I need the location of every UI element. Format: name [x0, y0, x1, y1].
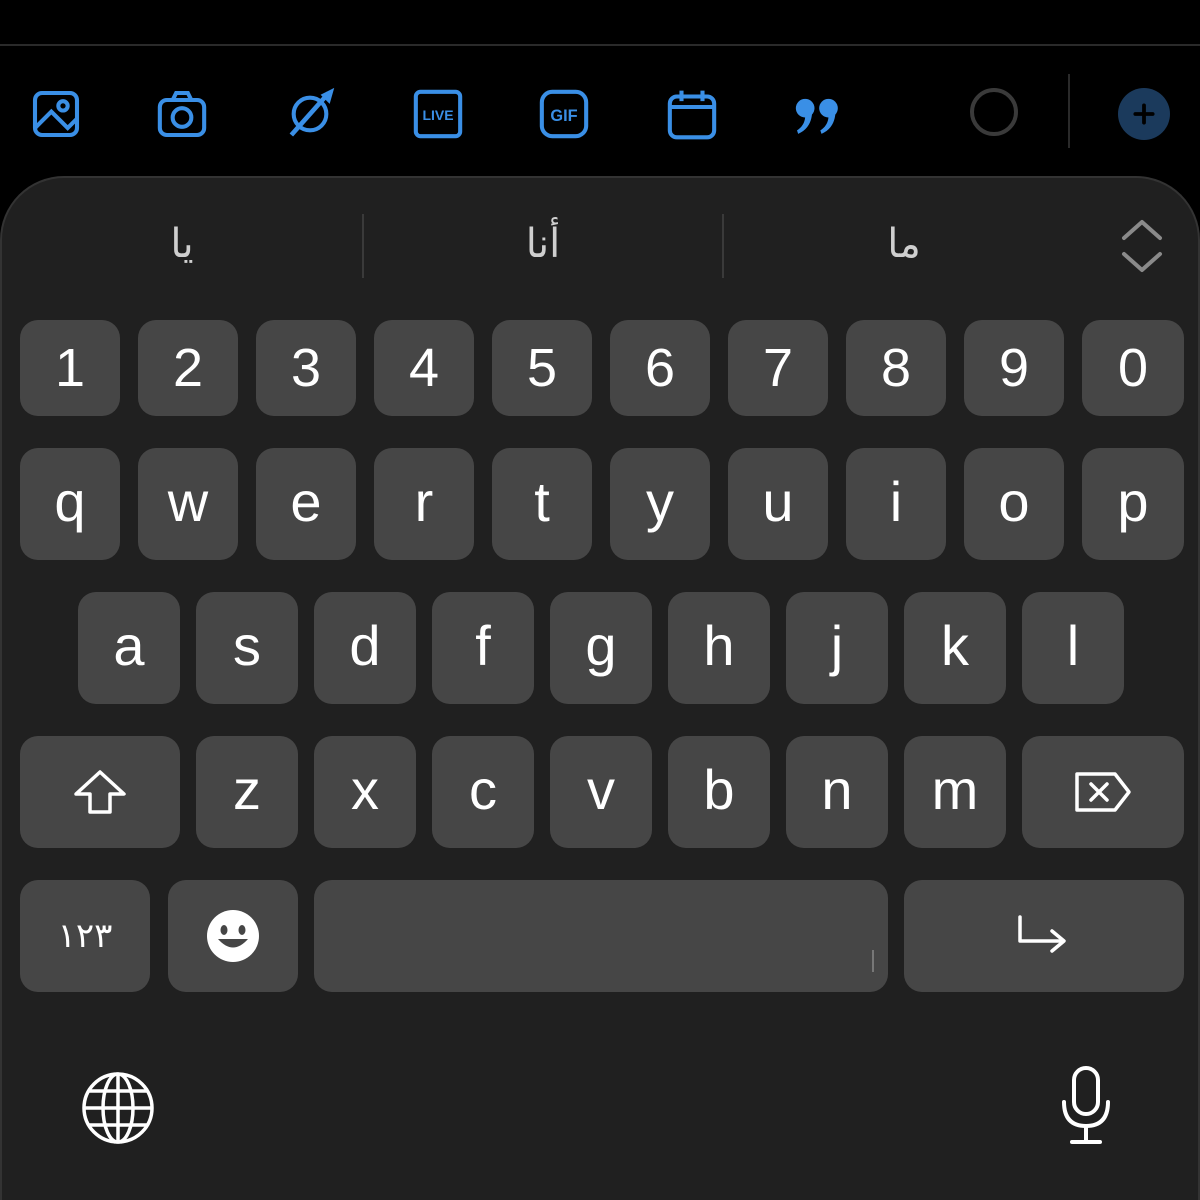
key-6[interactable]: 6	[610, 320, 710, 416]
backspace-icon	[1075, 772, 1131, 812]
key-2[interactable]: 2	[138, 320, 238, 416]
expand-suggestions-icon[interactable]	[1114, 214, 1170, 278]
shift-icon	[74, 770, 126, 814]
key-a[interactable]: a	[78, 592, 180, 704]
emoji-key[interactable]	[168, 880, 298, 992]
suggestion-item[interactable]: ما	[724, 208, 1084, 280]
key-w[interactable]: w	[138, 448, 238, 560]
image-icon[interactable]	[24, 82, 88, 146]
gif-icon[interactable]: GIF	[532, 82, 596, 146]
key-u[interactable]: u	[728, 448, 828, 560]
character-count-ring	[970, 88, 1018, 136]
key-b[interactable]: b	[668, 736, 770, 848]
key-x[interactable]: x	[314, 736, 416, 848]
key-i[interactable]: i	[846, 448, 946, 560]
key-3[interactable]: 3	[256, 320, 356, 416]
key-s[interactable]: s	[196, 592, 298, 704]
suggestion-item[interactable]: أنا	[364, 208, 722, 280]
key-n[interactable]: n	[786, 736, 888, 848]
toolbar-divider	[1068, 74, 1070, 148]
camera-icon[interactable]	[150, 82, 214, 146]
compose-toolbar: LIVE GIF	[0, 70, 1200, 154]
key-t[interactable]: t	[492, 448, 592, 560]
key-m[interactable]: m	[904, 736, 1006, 848]
key-d[interactable]: d	[314, 592, 416, 704]
key-1[interactable]: 1	[20, 320, 120, 416]
key-q[interactable]: q	[20, 448, 120, 560]
space-cursor-marker	[872, 950, 874, 972]
key-r[interactable]: r	[374, 448, 474, 560]
key-y[interactable]: y	[610, 448, 710, 560]
quote-icon[interactable]	[786, 82, 850, 146]
key-0[interactable]: 0	[1082, 320, 1184, 416]
key-5[interactable]: 5	[492, 320, 592, 416]
key-l[interactable]: l	[1022, 592, 1124, 704]
numeric-switch-label: ١٢٣	[57, 916, 113, 956]
live-label: LIVE	[422, 107, 453, 123]
key-c[interactable]: c	[432, 736, 534, 848]
key-9[interactable]: 9	[964, 320, 1064, 416]
key-h[interactable]: h	[668, 592, 770, 704]
key-7[interactable]: 7	[728, 320, 828, 416]
key-j[interactable]: j	[786, 592, 888, 704]
add-post-button[interactable]	[1118, 88, 1170, 140]
key-f[interactable]: f	[432, 592, 534, 704]
backspace-key[interactable]	[1022, 736, 1184, 848]
key-p[interactable]: p	[1082, 448, 1184, 560]
gif-label: GIF	[550, 107, 577, 125]
suggestion-bar: يا أنا ما	[2, 208, 1200, 280]
numeric-switch-key[interactable]: ١٢٣	[20, 880, 150, 992]
calendar-icon[interactable]	[660, 82, 724, 146]
microphone-icon[interactable]	[1058, 1064, 1114, 1148]
shift-key[interactable]	[20, 736, 180, 848]
no-location-icon[interactable]	[278, 82, 342, 146]
plus-icon	[1133, 103, 1155, 125]
space-key[interactable]	[314, 880, 888, 992]
key-k[interactable]: k	[904, 592, 1006, 704]
keyboard: يا أنا ما 1 2 3 4 5 6 7 8 9 0 q w e r t …	[0, 176, 1200, 1200]
key-o[interactable]: o	[964, 448, 1064, 560]
top-divider	[0, 44, 1200, 46]
emoji-icon	[207, 910, 259, 962]
live-icon[interactable]: LIVE	[406, 82, 470, 146]
key-4[interactable]: 4	[374, 320, 474, 416]
key-8[interactable]: 8	[846, 320, 946, 416]
return-icon	[1018, 915, 1066, 953]
key-g[interactable]: g	[550, 592, 652, 704]
key-z[interactable]: z	[196, 736, 298, 848]
return-key[interactable]	[904, 880, 1184, 992]
suggestion-item[interactable]: يا	[2, 208, 362, 280]
key-v[interactable]: v	[550, 736, 652, 848]
key-e[interactable]: e	[256, 448, 356, 560]
globe-icon[interactable]	[80, 1070, 156, 1146]
